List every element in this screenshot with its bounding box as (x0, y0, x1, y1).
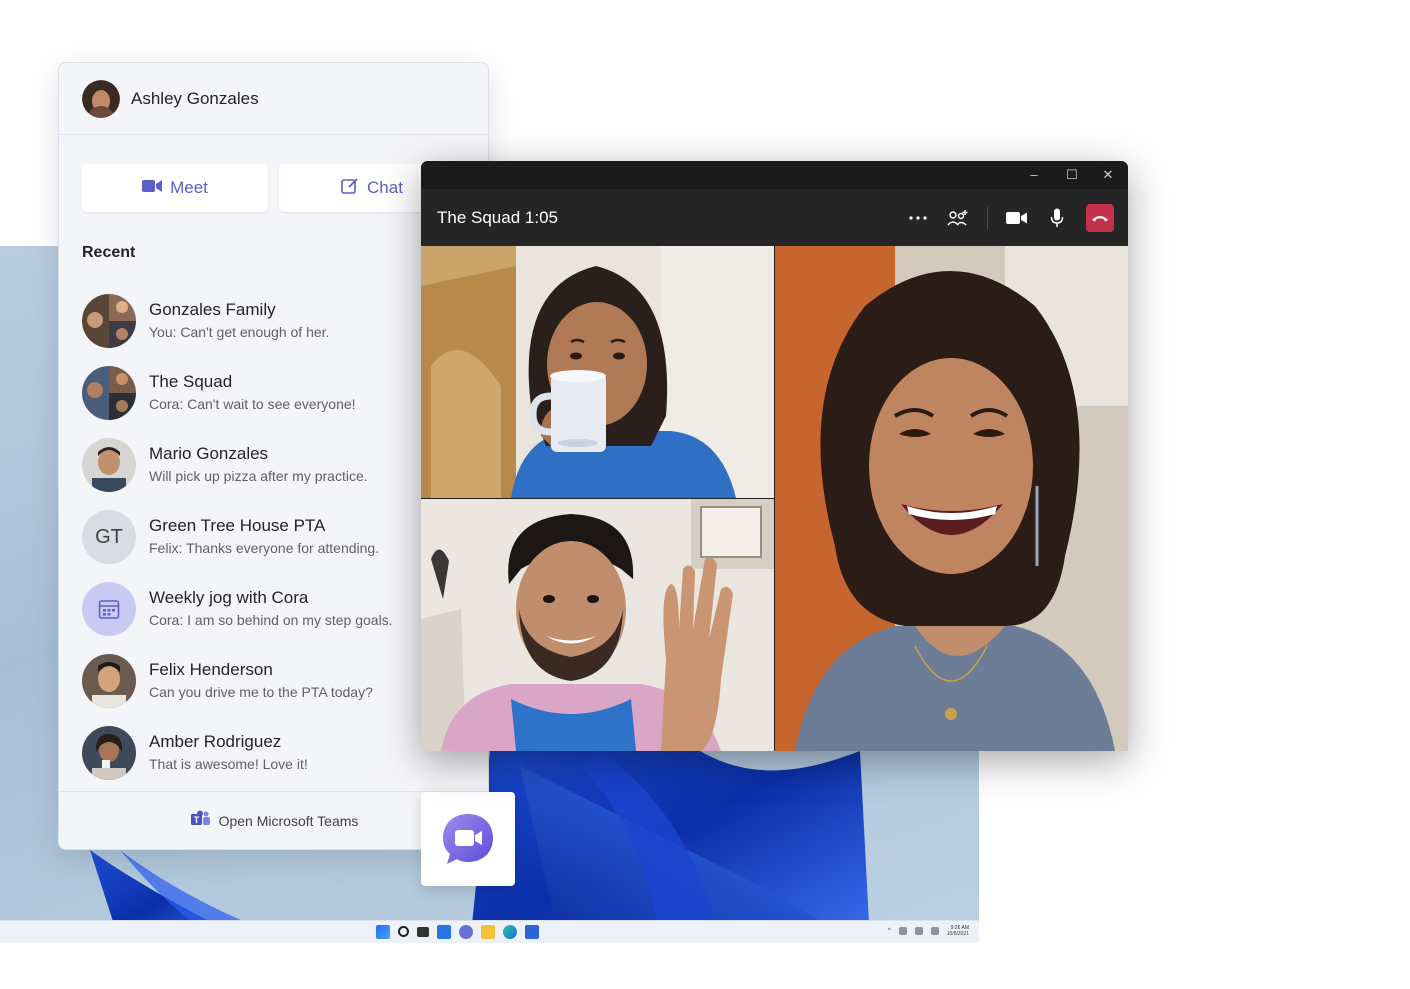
chat-preview: That is awesome! Love it! (149, 756, 308, 772)
chat-name: Amber Rodriguez (149, 732, 282, 751)
meet-now-app-tile[interactable] (421, 792, 515, 886)
video-tile-participant-1[interactable] (421, 246, 774, 498)
system-tray: ^ 9:26 AM 10/6/2021 (888, 925, 969, 937)
chevron-up-icon[interactable]: ^ (888, 928, 891, 934)
hangup-icon (1092, 216, 1108, 222)
chat-item-amber-rodriguez[interactable]: Amber Rodriguez That is awesome! Love it… (82, 717, 462, 789)
volume-icon[interactable] (914, 927, 923, 935)
taskbar: ^ 9:26 AM 10/6/2021 (0, 920, 979, 943)
person-avatar (82, 438, 136, 492)
chat-name: Weekly jog with Cora (149, 588, 309, 607)
search-icon[interactable] (398, 926, 409, 937)
video-tile-participant-2[interactable] (421, 499, 774, 751)
call-title: The Squad 1:05 (437, 207, 558, 227)
open-teams-label: Open Microsoft Teams (218, 812, 359, 829)
teams-chat-icon[interactable] (459, 925, 473, 939)
teams-logo-icon: T (190, 810, 211, 831)
chat-preview: Can you drive me to the PTA today? (149, 684, 373, 700)
video-tile-participant-3[interactable] (775, 246, 1128, 751)
chat-item-green-tree-house-pta[interactable]: GT Green Tree House PTA Felix: Thanks ev… (82, 501, 462, 573)
edge-icon[interactable] (503, 925, 517, 939)
participants-icon[interactable] (947, 207, 969, 229)
store-icon[interactable] (525, 925, 539, 939)
group-avatar (82, 294, 136, 348)
chat-preview: Cora: Can't wait to see everyone! (149, 396, 356, 412)
call-header: The Squad 1:05 (421, 189, 1128, 246)
toolbar-separator (987, 207, 988, 229)
chat-item-felix-henderson[interactable]: Felix Henderson Can you drive me to the … (82, 645, 462, 717)
chat-item-weekly-jog[interactable]: Weekly jog with Cora Cora: I am so behin… (82, 573, 462, 645)
svg-text:T: T (193, 815, 199, 825)
maximize-icon[interactable]: ☐ (1064, 167, 1080, 183)
wifi-icon[interactable] (898, 927, 907, 935)
window-titlebar: – ☐ ✕ (421, 161, 1128, 189)
chat-preview: Felix: Thanks everyone for attending. (149, 540, 380, 556)
chat-button-label: Chat (367, 178, 403, 197)
calendar-icon (82, 582, 136, 636)
flyout-actions: Meet Chat (82, 164, 465, 212)
taskbar-apps (376, 925, 539, 939)
call-window: – ☐ ✕ The Squad 1:05 (421, 161, 1128, 751)
chat-item-gonzales-family[interactable]: Gonzales Family You: Can't get enough of… (82, 285, 462, 357)
compose-icon (341, 177, 359, 200)
meet-button[interactable]: Meet (82, 164, 268, 212)
minimize-icon[interactable]: – (1026, 167, 1042, 183)
chat-name: Green Tree House PTA (149, 516, 326, 535)
meet-button-label: Meet (170, 178, 208, 197)
close-icon[interactable]: ✕ (1100, 167, 1116, 183)
meet-now-icon (443, 814, 493, 864)
widgets-icon[interactable] (437, 925, 451, 939)
battery-icon[interactable] (930, 927, 939, 935)
user-avatar[interactable] (82, 79, 120, 118)
video-grid (421, 246, 1128, 751)
video-camera-icon (142, 178, 163, 198)
chat-name: Gonzales Family (149, 300, 276, 319)
chat-preview: You: Can't get enough of her. (149, 324, 330, 340)
group-avatar (82, 366, 136, 420)
chat-item-the-squad[interactable]: The Squad Cora: Can't wait to see everyo… (82, 357, 462, 429)
flyout-header: Ashley Gonzales (59, 63, 488, 135)
recent-heading: Recent (82, 244, 136, 261)
call-controls (907, 204, 1114, 232)
file-explorer-icon[interactable] (481, 925, 495, 939)
user-name: Ashley Gonzales (131, 88, 259, 108)
taskbar-clock[interactable]: 9:26 AM 10/6/2021 (947, 925, 969, 937)
screenshot-stage: ^ 9:26 AM 10/6/2021 Ashley Gonzales Meet (0, 0, 1410, 989)
chat-name: The Squad (149, 372, 233, 391)
initials-avatar: GT (82, 510, 136, 564)
task-view-icon[interactable] (417, 927, 429, 937)
person-avatar (82, 654, 136, 708)
person-avatar (82, 726, 136, 780)
chat-name: Felix Henderson (149, 660, 273, 679)
chat-preview: Will pick up pizza after my practice. (149, 468, 368, 484)
recent-chat-list: Gonzales Family You: Can't get enough of… (82, 285, 462, 789)
chat-item-mario-gonzales[interactable]: Mario Gonzales Will pick up pizza after … (82, 429, 462, 501)
hangup-button[interactable] (1086, 204, 1114, 232)
more-icon[interactable] (907, 207, 929, 229)
mic-icon[interactable] (1046, 207, 1068, 229)
camera-icon[interactable] (1006, 207, 1028, 229)
clock-date: 10/6/2021 (946, 931, 969, 937)
chat-name: Mario Gonzales (149, 444, 269, 463)
start-icon[interactable] (376, 925, 390, 939)
chat-preview: Cora: I am so behind on my step goals. (149, 612, 393, 628)
